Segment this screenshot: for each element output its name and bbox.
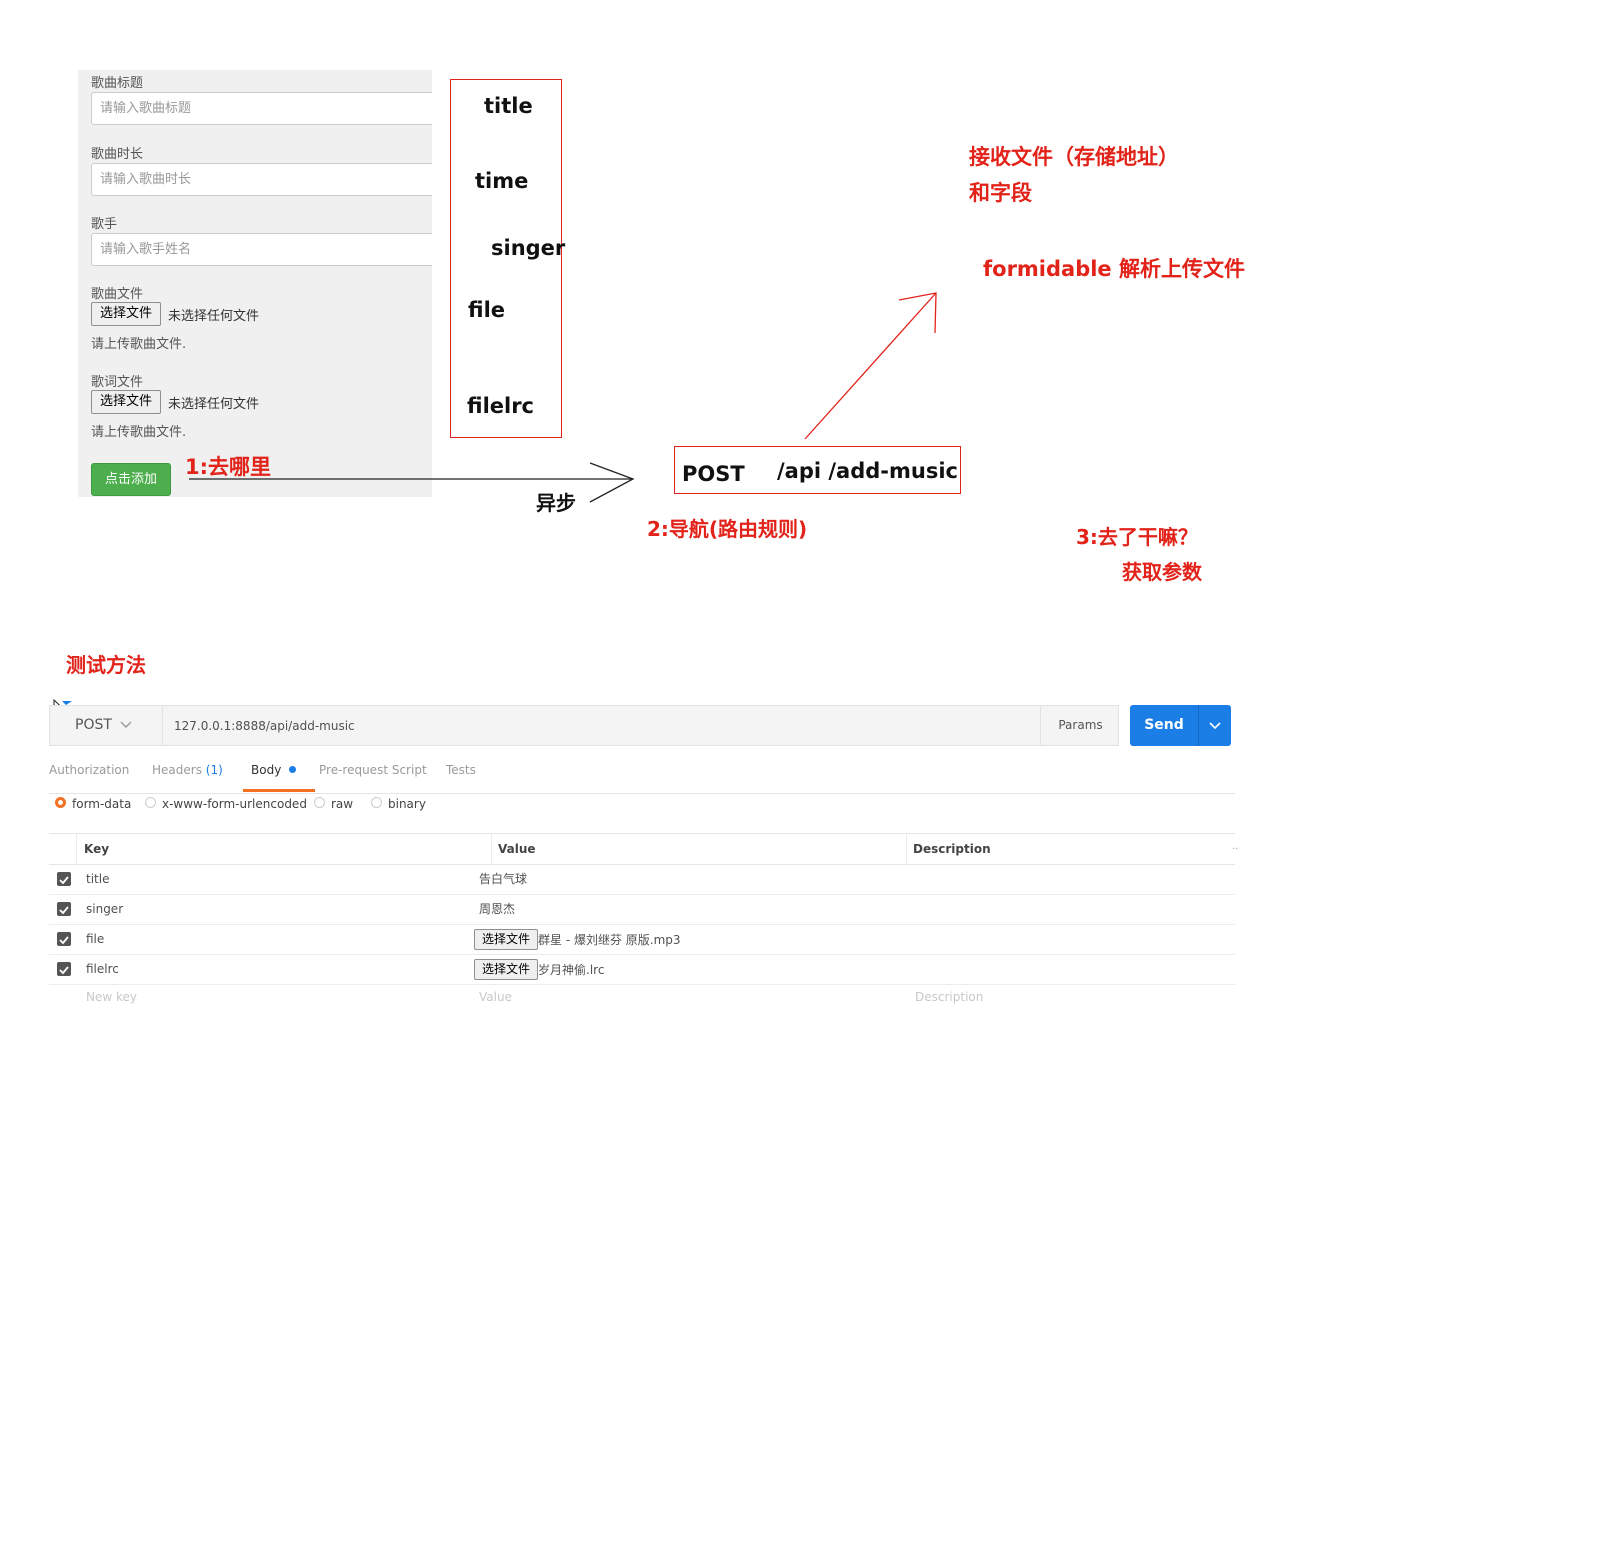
table-row: singer 周恩杰 <box>49 894 1235 925</box>
annotation-arrows <box>189 292 937 503</box>
step3-annotation-line2: 获取参数 <box>1122 560 1202 584</box>
step2-annotation: 2:导航(路由规则) <box>647 517 808 541</box>
tab-body-label: Body <box>251 763 282 777</box>
table-row: title 告白气球 <box>49 864 1235 895</box>
row-checkbox[interactable] <box>57 932 71 946</box>
check-icon <box>59 936 69 945</box>
table-header-row: Key Value Description ·· <box>49 833 1238 865</box>
chevron-down-icon <box>120 721 132 728</box>
row-file-choose-button[interactable]: 选择文件 <box>474 929 539 950</box>
tab-authorization[interactable]: Authorization <box>49 763 129 777</box>
route-box: POST /api /add-music <box>674 446 961 494</box>
receive-annotation-line2: 和字段 <box>969 181 1032 205</box>
row-checkbox[interactable] <box>57 902 71 916</box>
radio-form-data-label: form-data <box>72 797 132 811</box>
radio-indicator <box>145 797 156 808</box>
column-divider <box>491 834 492 864</box>
test-method-heading: 测试方法 <box>66 653 146 677</box>
send-options-dropdown[interactable] <box>1199 705 1231 746</box>
row-file-choose-button[interactable]: 选择文件 <box>474 959 539 980</box>
chevron-down-icon <box>1209 722 1221 730</box>
route-method: POST <box>682 462 745 486</box>
column-divider <box>76 834 77 864</box>
new-row: New key Value Description <box>49 984 1235 1006</box>
request-tabs: Authorization Headers (1) Body Pre-reque… <box>49 753 1235 794</box>
params-button[interactable]: Params <box>1040 706 1120 745</box>
column-divider <box>906 834 907 864</box>
row-value[interactable]: 告白气球 <box>479 864 527 894</box>
tab-headers-count: (1) <box>205 763 223 777</box>
row-key[interactable]: title <box>86 864 109 894</box>
radio-binary-label: binary <box>388 797 426 811</box>
row-file-name: 岁月神偷.lrc <box>538 963 605 977</box>
check-icon <box>59 876 69 885</box>
receive-annotation-line1: 接收文件（存储地址） <box>969 145 1179 169</box>
method-select[interactable]: POST <box>50 706 163 745</box>
active-tab-indicator <box>243 789 315 792</box>
tab-headers-label: Headers <box>152 763 202 777</box>
more-options-icon[interactable]: ·· <box>1232 845 1238 855</box>
new-value-input[interactable]: Value <box>479 984 512 1006</box>
url-bar: POST Params <box>49 705 1119 746</box>
row-key[interactable]: singer <box>86 894 123 924</box>
send-button-label: Send <box>1144 717 1184 733</box>
row-key[interactable]: filelrc <box>86 954 119 984</box>
radio-raw[interactable]: raw <box>314 797 353 811</box>
radio-raw-label: raw <box>331 797 354 811</box>
step3-annotation-line1: 3:去了干嘛？ <box>1076 525 1198 549</box>
formidable-annotation: formidable 解析上传文件 <box>983 257 1245 281</box>
row-value[interactable]: 周恩杰 <box>479 894 515 924</box>
row-file-name: 群星 - 爆刘继芬 原版.mp3 <box>538 933 681 947</box>
tab-tests[interactable]: Tests <box>446 763 476 777</box>
radio-selected-indicator <box>55 797 66 808</box>
arrow-to-route <box>189 462 635 503</box>
url-input[interactable] <box>162 706 1040 745</box>
row-key[interactable]: file <box>86 924 104 954</box>
send-button[interactable]: Send <box>1130 705 1231 746</box>
tab-headers[interactable]: Headers (1) <box>152 763 223 777</box>
radio-indicator <box>371 797 382 808</box>
radio-urlencoded-label: x-www-form-urlencoded <box>162 797 307 811</box>
radio-binary[interactable]: binary <box>371 797 426 811</box>
table-row: file 选择文件 群星 - 爆刘继芬 原版.mp3 <box>49 924 1235 955</box>
new-description-input[interactable]: Description <box>915 984 983 1006</box>
body-modified-dot <box>289 766 297 773</box>
tab-pre-request-script[interactable]: Pre-request Script <box>319 763 427 777</box>
row-checkbox[interactable] <box>57 962 71 976</box>
table-row: filelrc 选择文件 岁月神偷.lrc <box>49 954 1235 985</box>
new-key-input[interactable]: New key <box>86 984 137 1006</box>
check-icon <box>59 966 69 975</box>
tab-body[interactable]: Body <box>251 763 297 777</box>
row-checkbox[interactable] <box>57 872 71 886</box>
radio-indicator <box>314 797 325 808</box>
column-header-value: Value <box>498 842 536 856</box>
check-icon <box>59 906 69 915</box>
column-header-key: Key <box>84 842 110 856</box>
arrow-to-formidable <box>804 292 937 440</box>
column-header-description: Description <box>913 842 991 856</box>
postman-request-panel: POST Params Send Authorization Headers (… <box>49 705 1238 1006</box>
method-label: POST <box>75 717 112 733</box>
route-path: /api /add-music <box>777 459 958 483</box>
radio-x-www-form-urlencoded[interactable]: x-www-form-urlencoded <box>145 797 307 811</box>
radio-form-data[interactable]: form-data <box>55 797 131 811</box>
